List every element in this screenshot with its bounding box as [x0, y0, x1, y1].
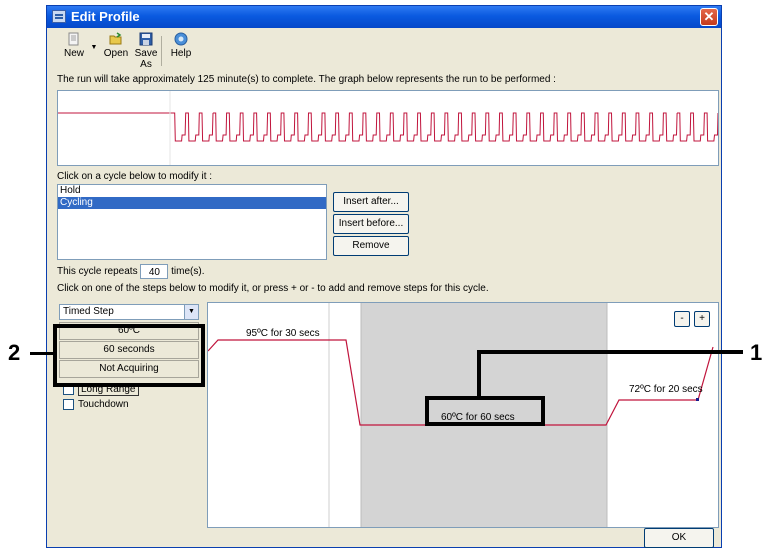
window-title: Edit Profile: [71, 9, 140, 24]
cycle-item-hold[interactable]: Hold: [58, 185, 326, 197]
step-label-denature[interactable]: 95ºC for 30 secs: [246, 328, 320, 339]
cycle-item-cycling[interactable]: Cycling: [58, 197, 326, 209]
run-profile-graph: [57, 90, 719, 166]
help-label: Help: [170, 48, 192, 59]
callout-number-1: 1: [750, 340, 763, 365]
insert-after-button[interactable]: Insert after...: [333, 192, 409, 212]
chevron-down-icon: ▼: [90, 44, 98, 51]
touchdown-label: Touchdown: [78, 399, 129, 410]
open-label: Open: [103, 48, 129, 59]
new-button[interactable]: New: [57, 32, 91, 70]
cycle-repeat-row: This cycle repeats 40 time(s).: [57, 264, 205, 280]
toolbar: New ▼ Open Save As Help: [49, 30, 719, 72]
save-icon: [139, 32, 153, 46]
callout-2-box: [53, 324, 205, 387]
cycle-list[interactable]: Hold Cycling: [57, 184, 327, 260]
run-profile-trace: [58, 91, 718, 165]
chevron-down-icon: ▼: [184, 305, 198, 319]
callout-number-2: 2: [8, 340, 21, 365]
help-icon: [174, 32, 188, 46]
new-label: New: [63, 48, 84, 59]
app-icon: [52, 10, 66, 23]
save-as-button[interactable]: Save As: [129, 32, 163, 70]
repeat-suffix: time(s).: [171, 266, 205, 278]
ok-label: OK: [671, 532, 687, 543]
step-label-extend[interactable]: 72ºC for 20 secs: [629, 384, 703, 395]
repeat-count-input[interactable]: 40: [140, 264, 169, 279]
step-type-value: Timed Step: [63, 306, 114, 317]
run-duration-info: The run will take approximately 125 minu…: [57, 74, 556, 85]
save-as-label: Save As: [134, 48, 158, 70]
repeat-prefix: This cycle repeats: [57, 266, 138, 278]
steps-instruction: Click on one of the steps below to modif…: [57, 283, 489, 294]
callout-1-box: [425, 396, 545, 426]
open-button[interactable]: Open: [101, 32, 131, 70]
insert-before-button[interactable]: Insert before...: [333, 214, 409, 234]
cycle-list-label: Click on a cycle below to modify it :: [57, 171, 213, 182]
remove-step-button[interactable]: -: [674, 311, 690, 327]
new-icon: [68, 32, 79, 46]
callout-2-leader: [30, 352, 54, 355]
help-button[interactable]: Help: [167, 32, 195, 70]
open-folder-icon: [109, 32, 122, 45]
close-button[interactable]: ✕: [700, 8, 718, 26]
callout-1-leader-horizontal: [477, 350, 743, 354]
run-profile-line: [58, 112, 718, 142]
toolbar-separator: [161, 36, 162, 66]
remove-button[interactable]: Remove: [333, 236, 409, 256]
add-step-button[interactable]: +: [694, 311, 710, 327]
title-bar[interactable]: Edit Profile ✕: [47, 6, 721, 28]
touchdown-checkbox[interactable]: [63, 398, 74, 410]
trace-end-marker: [696, 398, 699, 401]
touchdown-option[interactable]: Touchdown: [63, 398, 129, 412]
callout-1-leader-vertical: [477, 350, 481, 397]
edit-profile-dialog: Edit Profile ✕ New ▼ Open Save As Help T…: [46, 5, 722, 548]
ok-button[interactable]: OK: [644, 528, 714, 548]
new-dropdown-arrow[interactable]: ▼: [89, 32, 99, 70]
step-type-select[interactable]: Timed Step ▼: [59, 304, 199, 320]
